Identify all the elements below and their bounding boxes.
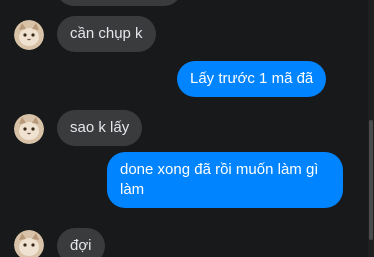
incoming-message[interactable]: sao k lấy: [57, 110, 143, 146]
contact-avatar[interactable]: [14, 230, 44, 257]
scrollbar-track[interactable]: [368, 0, 374, 257]
outgoing-message[interactable]: done xong đã rồi muốn làm gì làm: [107, 152, 343, 208]
cat-avatar-icon: [14, 230, 44, 257]
outgoing-message[interactable]: Lấy trước 1 mã đã: [177, 61, 327, 97]
message-bubble-partial: [56, 0, 182, 6]
chat-thread: cần chụp k Lấy trước 1 mã đã sao k lấy d…: [0, 0, 374, 257]
cat-avatar-icon: [14, 20, 44, 50]
incoming-message[interactable]: cần chụp k: [57, 16, 156, 52]
scrollbar-thumb[interactable]: [369, 120, 373, 240]
contact-avatar[interactable]: [14, 20, 44, 50]
cat-avatar-icon: [14, 114, 44, 144]
contact-avatar[interactable]: [14, 114, 44, 144]
incoming-message[interactable]: đợi: [57, 228, 105, 257]
